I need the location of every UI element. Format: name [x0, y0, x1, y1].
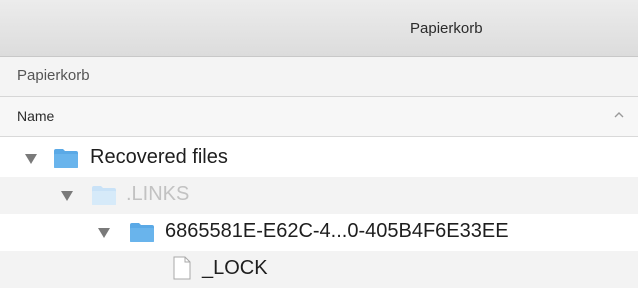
list-item-guid-folder[interactable]: 6865581E-E62C-4...0-405B4F6E33EE: [0, 214, 638, 251]
item-label: 6865581E-E62C-4...0-405B4F6E33EE: [165, 220, 509, 242]
window-titlebar: Papierkorb: [0, 0, 638, 57]
column-header-name[interactable]: Name: [17, 108, 54, 124]
path-label[interactable]: Papierkorb: [17, 67, 90, 84]
list-item-lock-file[interactable]: _LOCK: [0, 251, 638, 288]
disclosure-triangle-icon[interactable]: [25, 154, 37, 164]
folder-icon: [130, 223, 154, 242]
list-item-recovered-files[interactable]: Recovered files: [0, 140, 638, 177]
list-empty-row: [0, 288, 638, 297]
sort-ascending-icon[interactable]: [614, 110, 624, 120]
item-label: _LOCK: [202, 257, 268, 279]
column-header-bar: Name: [0, 97, 638, 137]
list-item-links[interactable]: .LINKS: [0, 177, 638, 214]
item-label: Recovered files: [90, 146, 228, 168]
path-bar: Papierkorb: [0, 57, 638, 97]
item-label: .LINKS: [126, 183, 190, 205]
window-title: Papierkorb: [410, 20, 483, 37]
disclosure-triangle-icon[interactable]: [98, 228, 110, 238]
disclosure-triangle-icon[interactable]: [61, 191, 73, 201]
folder-icon: [54, 149, 78, 168]
document-icon: [173, 256, 191, 280]
folder-icon: [92, 186, 116, 205]
